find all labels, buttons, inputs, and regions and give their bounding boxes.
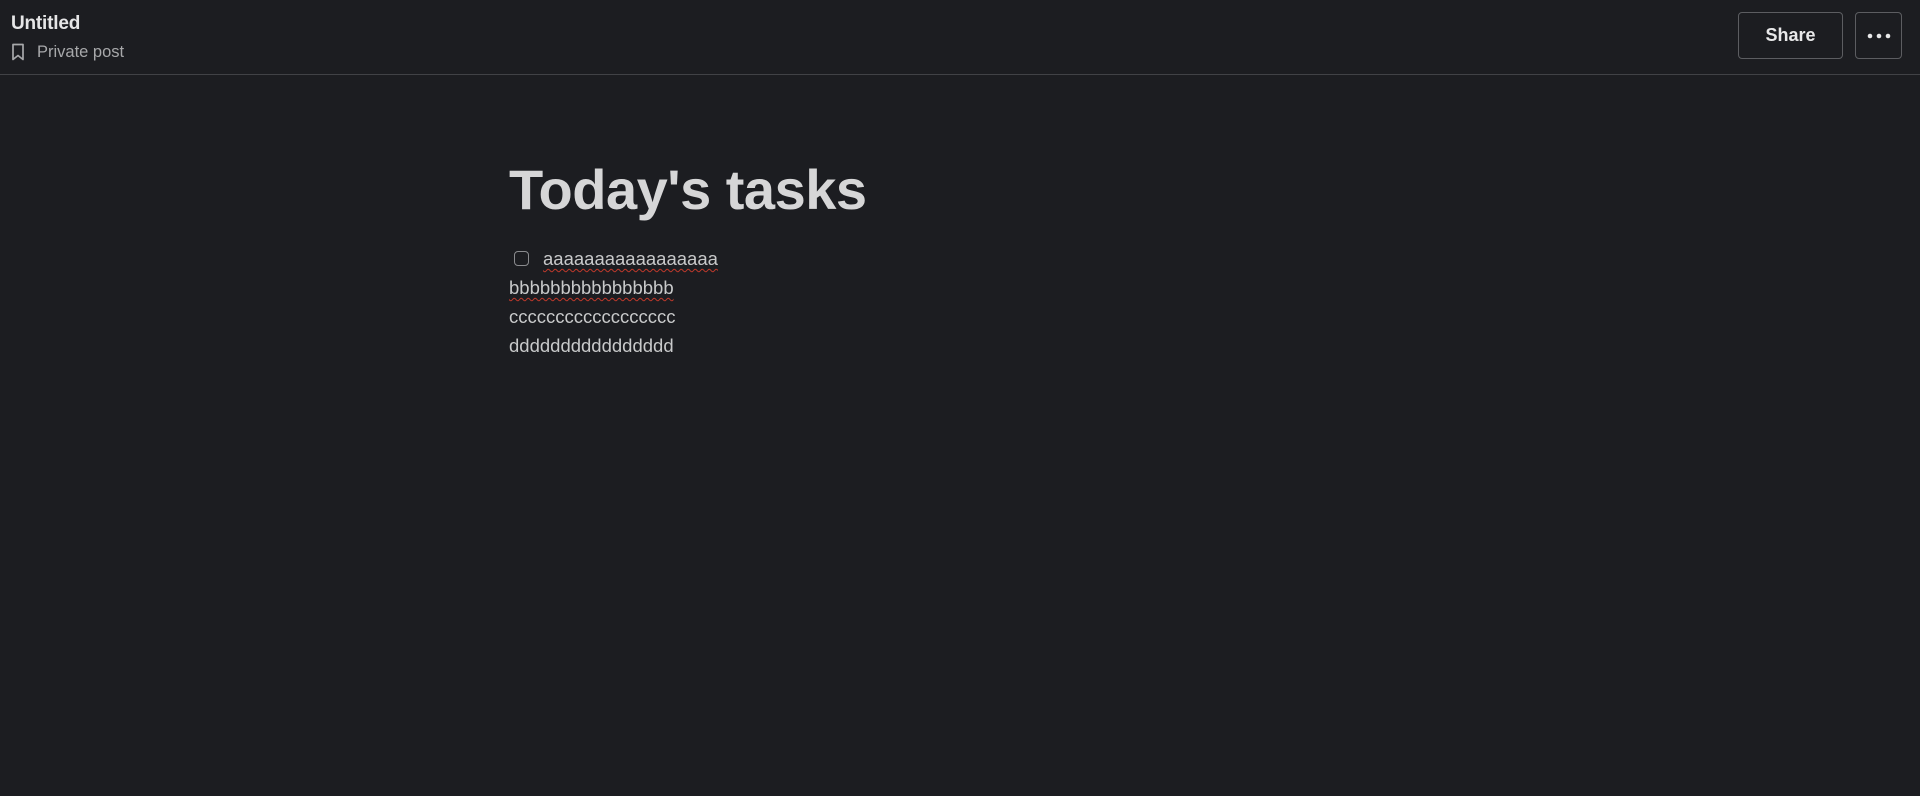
text-line[interactable]: bbbbbbbbbbbbbbbb (509, 273, 1409, 302)
top-bar: Untitled Private post Share (0, 0, 1920, 75)
task-lines[interactable]: aaaaaaaaaaaaaaaaa bbbbbbbbbbbbbbbb ccccc… (509, 244, 1409, 360)
app-window: Untitled Private post Share Today's task… (0, 0, 1920, 796)
ellipsis-icon (1867, 33, 1891, 39)
privacy-status: Private post (11, 41, 124, 63)
privacy-label: Private post (37, 42, 125, 61)
task-checkbox[interactable] (514, 251, 529, 266)
more-options-button[interactable] (1855, 12, 1902, 59)
text-line[interactable]: dddddddddddddddd (509, 331, 1409, 360)
document-body[interactable]: Today's tasks aaaaaaaaaaaaaaaaa bbbbbbbb… (509, 150, 1409, 360)
document-title[interactable]: Untitled (11, 13, 80, 35)
text-line[interactable]: cccccccccccccccccc (509, 302, 1409, 331)
document-heading[interactable]: Today's tasks (509, 150, 1409, 230)
checklist-item[interactable]: aaaaaaaaaaaaaaaaa (509, 244, 1409, 273)
checklist-item-text[interactable]: aaaaaaaaaaaaaaaaa (543, 244, 718, 273)
share-button[interactable]: Share (1738, 12, 1843, 59)
bookmark-icon (11, 43, 25, 61)
